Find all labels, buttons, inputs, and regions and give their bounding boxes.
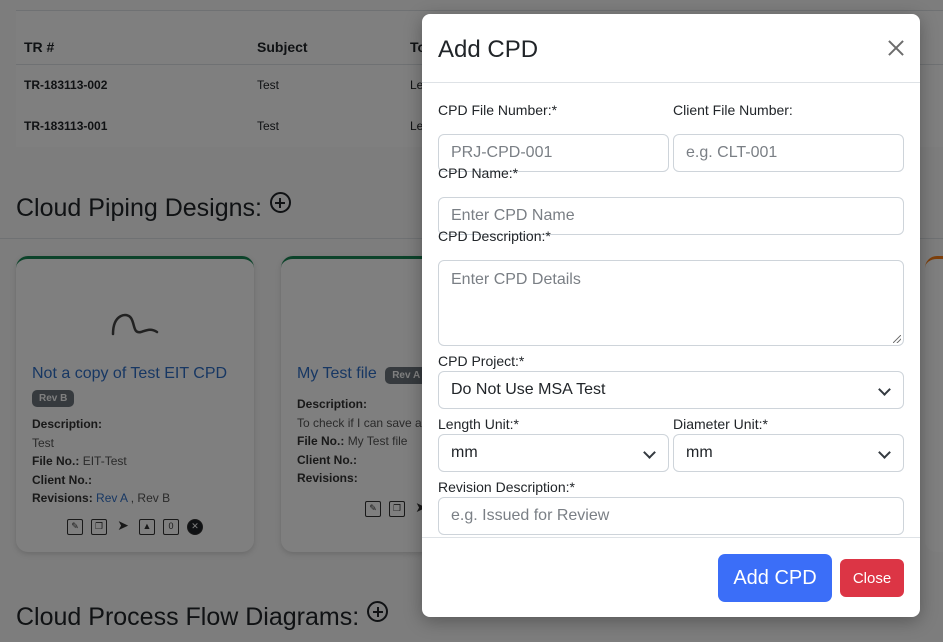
length-unit-label: Length Unit:* [438,416,519,432]
resize-handle-icon[interactable] [893,335,901,343]
diameter-unit-label: Diameter Unit:* [673,416,768,432]
client-file-number-input[interactable] [673,134,904,172]
revision-description-input[interactable] [438,497,904,535]
cpd-name-label: CPD Name:* [438,165,519,181]
close-button[interactable]: Close [840,559,904,597]
chevron-down-icon [878,446,891,459]
chevron-down-icon [878,383,891,396]
modal-header: Add CPD [422,14,920,83]
cpd-description-textarea[interactable] [438,260,904,346]
modal-footer: Add CPD Close [422,537,920,617]
diameter-unit-select[interactable]: mm [673,434,904,472]
add-cpd-button[interactable]: Add CPD [718,554,832,602]
cpd-project-value: Do Not Use MSA Test [451,381,606,398]
length-unit-select[interactable]: mm [438,434,669,472]
diameter-unit-value: mm [686,444,713,461]
length-unit-value: mm [451,444,478,461]
cpd-file-number-label: CPD File Number:* [438,102,558,118]
modal-title: Add CPD [438,36,539,63]
chevron-down-icon [643,446,656,459]
client-file-number-label: Client File Number: [673,102,793,118]
revision-description-label: Revision Description:* [438,479,575,495]
cpd-description-label: CPD Description:* [438,228,551,244]
cpd-project-label: CPD Project:* [438,353,525,369]
cpd-project-select[interactable]: Do Not Use MSA Test [438,371,904,409]
close-icon[interactable] [888,40,904,56]
add-cpd-modal: Add CPD CPD File Number:* Client File Nu… [422,14,920,617]
